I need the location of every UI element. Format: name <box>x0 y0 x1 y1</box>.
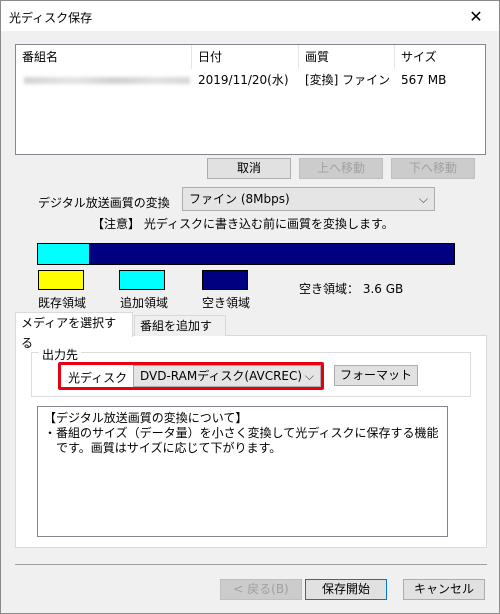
legend-swatch-free <box>202 270 248 290</box>
output-group-title: 出力先 <box>39 346 82 363</box>
conversion-label: デジタル放送画質の変換 <box>38 196 170 210</box>
conversion-note: 【注意】 光ディスクに書き込む前に画質を変換します。 <box>92 217 394 231</box>
tab-select-media[interactable]: メディアを選択する <box>15 312 133 350</box>
legend-label-free: 空き領域 <box>202 296 251 310</box>
info-line: ・番組のサイズ（データ量）を小さく変換して光ディスクに保存する機能 <box>44 426 439 440</box>
move-down-button[interactable]: 下へ移動 <box>391 158 475 179</box>
column-header-title[interactable]: 番組名 <box>16 45 192 69</box>
column-header-quality[interactable]: 画質 <box>299 45 395 69</box>
move-up-button[interactable]: 上へ移動 <box>299 158 383 179</box>
chevron-down-icon: ⌵ <box>304 369 314 383</box>
footer-separator <box>15 564 487 565</box>
info-line: です。画質はサイズに応じて下がります。 <box>44 441 282 455</box>
program-title-cell <box>16 70 192 90</box>
format-button[interactable]: フォーマット <box>334 365 418 386</box>
output-media-select[interactable]: DVD-RAMディスク(AVCREC) ⌵ <box>133 365 321 387</box>
column-header-date[interactable]: 日付 <box>192 45 299 69</box>
title-bar: 光ディスク保存 ✕ <box>1 1 499 31</box>
info-text-box: 【デジタル放送画質の変換について】 ・番組のサイズ（データ量）を小さく変換して光… <box>37 406 448 537</box>
column-header-size[interactable]: サイズ <box>395 45 485 69</box>
window-title: 光ディスク保存 <box>9 11 93 25</box>
legend-label-added: 追加領域 <box>120 296 169 310</box>
conversion-quality-select[interactable]: ファイン (8Mbps) ⌵ <box>182 187 435 211</box>
output-media-value: DVD-RAMディスク(AVCREC) <box>140 369 303 383</box>
tab-add-program[interactable]: 番組を追加する <box>134 315 226 353</box>
capacity-bar <box>37 243 455 265</box>
capacity-added-segment <box>38 244 90 264</box>
table-row[interactable]: 2019/11/20(水) [変換] ファイン 567 MB <box>16 70 485 90</box>
conversion-quality-value: ファイン (8Mbps) <box>189 192 290 206</box>
cancel-dialog-button[interactable]: キャンセル <box>403 579 485 600</box>
blurred-title-image <box>24 77 190 84</box>
chevron-down-icon: ⌵ <box>418 192 428 206</box>
list-header: 番組名 日付 画質 サイズ <box>16 45 485 69</box>
start-save-button[interactable]: 保存開始 <box>305 579 387 600</box>
program-quality-cell: [変換] ファイン <box>305 73 391 87</box>
remove-button[interactable]: 取消 <box>207 158 291 179</box>
legend-swatch-existing <box>38 270 84 290</box>
info-line: 【デジタル放送画質の変換について】 <box>44 411 248 425</box>
program-size-cell: 567 MB <box>401 73 447 87</box>
program-date-cell: 2019/11/20(水) <box>198 73 289 87</box>
output-label: 光ディスク <box>68 371 128 385</box>
legend-label-existing: 既存領域 <box>38 296 87 310</box>
close-icon[interactable]: ✕ <box>453 1 499 31</box>
back-button[interactable]: < 戻る(B) <box>220 579 302 600</box>
program-list[interactable]: 番組名 日付 画質 サイズ 2019/11/20(水) [変換] ファイン 56… <box>15 44 486 155</box>
free-space-text: 空き領域： 3.6 GB <box>299 282 404 296</box>
dialog-window: 光ディスク保存 ✕ 番組名 日付 画質 サイズ 2019/11/20(水) [変… <box>0 0 500 614</box>
legend-swatch-added <box>119 270 165 290</box>
output-highlight-box: 光ディスク DVD-RAMディスク(AVCREC) ⌵ <box>58 362 324 390</box>
